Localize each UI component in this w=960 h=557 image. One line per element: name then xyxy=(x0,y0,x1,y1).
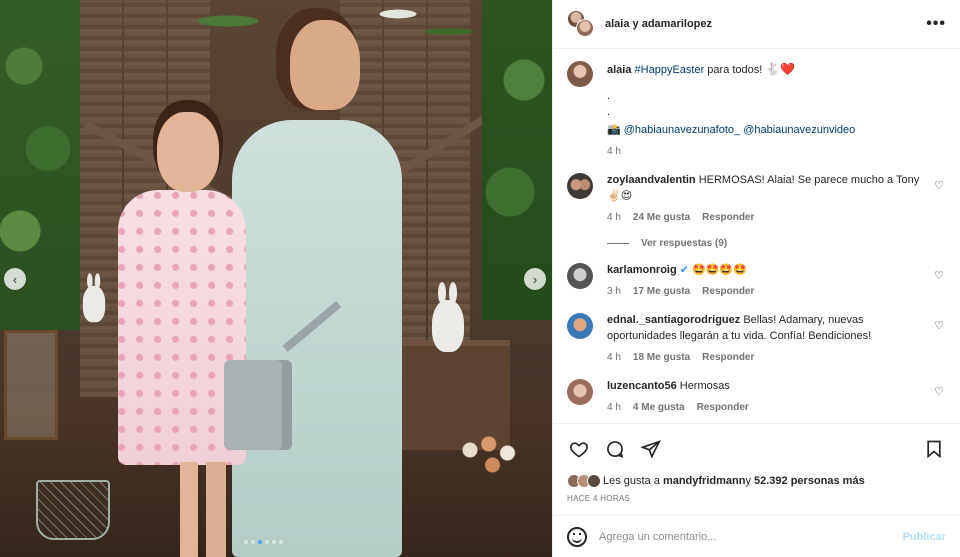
post-timestamp[interactable]: HACE 4 HORAS xyxy=(567,494,946,503)
chevron-left-icon: ‹ xyxy=(12,271,18,287)
heart-icon[interactable]: ♡ xyxy=(932,319,946,332)
smile-icon[interactable] xyxy=(567,526,587,547)
caption-emoji: 🐇❤️ xyxy=(765,62,796,76)
post-photo[interactable]: ‹ › xyxy=(0,0,552,557)
comment: zoylaandvalentin HERMOSAS! Alaia! Se par… xyxy=(567,173,946,225)
likers-avatars xyxy=(567,474,601,488)
carousel-dot xyxy=(279,540,283,544)
view-replies-label: Ver respuestas (9) xyxy=(641,237,728,249)
comment-likes[interactable]: 4 Me gusta xyxy=(633,401,685,416)
avatar[interactable] xyxy=(567,313,593,340)
avatar[interactable] xyxy=(567,379,593,406)
mention-link[interactable]: @habiaunavezunafoto_ xyxy=(624,124,740,136)
caption: alaia #HappyEaster para todos! 🐇❤️ . . 📸… xyxy=(567,61,946,159)
avatar[interactable] xyxy=(567,61,593,87)
action-bar xyxy=(567,432,946,466)
caption-username[interactable]: alaia xyxy=(607,64,631,76)
instagram-post-viewer: ‹ › alaia y adamarilopez ••• alaia #Happ… xyxy=(0,0,960,557)
girl-head xyxy=(157,112,219,192)
likes-summary[interactable]: Les gusta a mandyfridmann y 52.392 perso… xyxy=(567,474,946,488)
reply-button[interactable]: Responder xyxy=(697,401,749,416)
lantern xyxy=(4,330,58,440)
comment-likes[interactable]: 18 Me gusta xyxy=(633,351,690,366)
camera-emoji: 📸 xyxy=(607,123,621,136)
view-replies-button[interactable]: Ver respuestas (9) xyxy=(607,238,946,249)
comment-text: HERMOSAS! Alaia! Se parece mucho a Tony xyxy=(698,174,920,187)
likes-middle: y xyxy=(745,475,751,487)
comment-username[interactable]: ednal._santiagorodriguez xyxy=(607,314,740,326)
carousel-dot-active xyxy=(258,540,262,544)
comment: karlamonroig ✔ 🤩🤩🤩🤩 3 h 17 Me gusta Resp… xyxy=(567,262,946,300)
avatar xyxy=(587,474,601,488)
comment-composer: Publicar xyxy=(553,515,960,557)
comment-username[interactable]: karlamonroig xyxy=(607,264,677,276)
caption-dot: . xyxy=(607,89,611,102)
bunny-figurine xyxy=(82,273,106,323)
caption-text: para todos! xyxy=(704,64,766,76)
comment-username[interactable]: luzencanto56 xyxy=(607,380,677,392)
comment-time[interactable]: 4 h xyxy=(607,351,621,366)
collab-avatars[interactable] xyxy=(567,10,595,38)
likes-count[interactable]: 52.392 personas más xyxy=(754,475,865,487)
post-header: alaia y adamarilopez ••• xyxy=(553,0,960,49)
reply-button[interactable]: Responder xyxy=(702,285,754,300)
wire-basket xyxy=(36,480,110,540)
heart-icon[interactable]: ♡ xyxy=(932,179,946,192)
carousel-dot xyxy=(272,540,276,544)
girl-legs xyxy=(180,462,226,557)
heart-icon[interactable]: ♡ xyxy=(932,269,946,282)
avatar[interactable] xyxy=(567,173,593,200)
carousel-prev-button[interactable]: ‹ xyxy=(4,268,26,290)
chevron-right-icon: › xyxy=(532,271,538,287)
carousel-next-button[interactable]: › xyxy=(524,268,546,290)
comment-emoji: ✌🏻😍 xyxy=(607,190,633,203)
woman-head xyxy=(290,20,360,110)
caption-dot: . xyxy=(607,105,611,118)
bookmark-icon[interactable] xyxy=(922,437,946,461)
woman-figure xyxy=(232,120,402,557)
comment-time[interactable]: 4 h xyxy=(607,401,621,416)
comment-likes[interactable]: 24 Me gusta xyxy=(633,211,690,226)
comment-likes[interactable]: 17 Me gusta xyxy=(633,285,690,300)
post-authors[interactable]: alaia y adamarilopez xyxy=(605,18,926,30)
replies-line xyxy=(607,242,629,244)
post-actions: Les gusta a mandyfridmann y 52.392 perso… xyxy=(553,423,960,503)
bunny-figurine xyxy=(432,282,464,352)
mention-link[interactable]: @habiaunavezunvideo xyxy=(743,124,855,136)
reply-button[interactable]: Responder xyxy=(702,211,754,226)
send-icon[interactable] xyxy=(639,437,663,461)
avatar xyxy=(576,19,594,37)
comment-time[interactable]: 4 h xyxy=(607,211,621,226)
comment-icon[interactable] xyxy=(603,437,627,461)
verified-badge-icon: ✔ xyxy=(679,263,689,276)
carousel-dot xyxy=(244,540,248,544)
comment-text: Hermosas xyxy=(679,380,730,393)
avatar[interactable] xyxy=(567,262,593,289)
post-side-panel: alaia y adamarilopez ••• alaia #HappyEas… xyxy=(552,0,960,557)
comment: luzencanto56 Hermosas 4 h 4 Me gusta Res… xyxy=(567,379,946,415)
likes-prefix: Les gusta a xyxy=(603,475,660,487)
more-horizontal-icon[interactable]: ••• xyxy=(926,15,946,33)
heart-icon[interactable] xyxy=(567,437,591,461)
comments-list[interactable]: alaia #HappyEaster para todos! 🐇❤️ . . 📸… xyxy=(553,49,960,423)
egg-basket xyxy=(455,420,530,480)
carousel-dot xyxy=(265,540,269,544)
comment-emoji: 🤩🤩🤩🤩 xyxy=(692,263,747,276)
watering-can xyxy=(224,360,292,450)
caption-time[interactable]: 4 h xyxy=(607,145,621,160)
comment: ednal._santiagorodriguez Bellas! Adamary… xyxy=(567,313,946,365)
carousel-indicator xyxy=(244,540,283,544)
comment-input[interactable] xyxy=(599,530,903,543)
heart-icon[interactable]: ♡ xyxy=(932,385,946,398)
reply-button[interactable]: Responder xyxy=(702,351,754,366)
carousel-dot xyxy=(251,540,255,544)
comment-username[interactable]: zoylaandvalentin xyxy=(607,174,696,186)
liker-username[interactable]: mandyfridmann xyxy=(663,475,746,487)
publish-button[interactable]: Publicar xyxy=(903,531,946,543)
comment-time[interactable]: 3 h xyxy=(607,285,621,300)
hashtag-link[interactable]: #HappyEaster xyxy=(635,64,705,76)
